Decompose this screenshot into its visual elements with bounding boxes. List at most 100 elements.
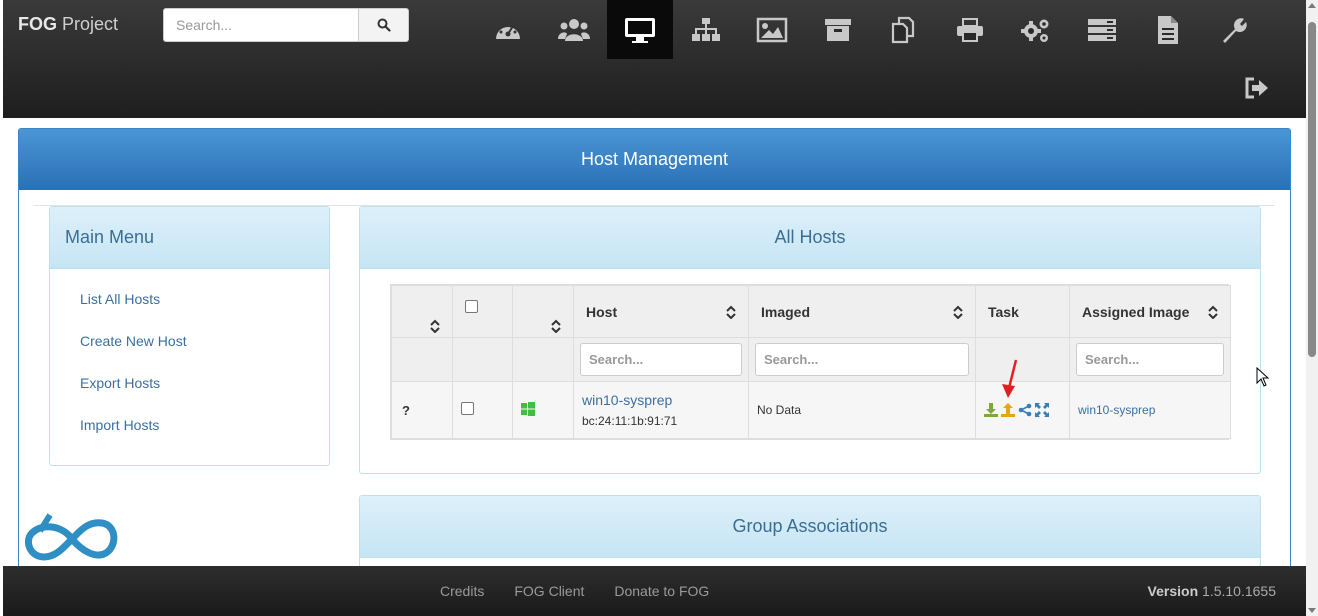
nav-config[interactable] [1201, 0, 1267, 59]
hosts-table-wrapper: Host Imaged Task Assigned Image Search..… [390, 284, 1231, 440]
nav-logs[interactable] [1135, 0, 1201, 59]
file-text-icon [1158, 15, 1178, 44]
menu-item-list-all-hosts[interactable]: List All Hosts [80, 291, 329, 333]
column-header-assigned-image[interactable]: Assigned Image [1069, 285, 1231, 338]
brand-rest: Project [57, 14, 119, 34]
sort-icon [551, 319, 561, 333]
select-all-checkbox[interactable] [465, 300, 478, 313]
menu-item-import-hosts[interactable]: Import Hosts [80, 417, 329, 459]
task-cell [975, 381, 1070, 439]
assigned-image-link[interactable]: win10-sysprep [1078, 403, 1155, 417]
logout-button[interactable] [1243, 76, 1271, 100]
version-value: 1.5.10.1655 [1202, 583, 1276, 599]
assigned-image-cell: win10-sysprep [1069, 381, 1231, 439]
top-navbar: FOG Project [3, 0, 1306, 118]
windows-icon [521, 401, 535, 416]
group-associations-title: Group Associations [360, 496, 1260, 558]
column-header-host[interactable]: Host [573, 285, 749, 338]
all-hosts-title: All Hosts [360, 207, 1260, 269]
column-header-imaged[interactable]: Imaged [748, 285, 976, 338]
scroll-up-arrow[interactable] [1308, 3, 1316, 8]
nav-images[interactable] [739, 0, 805, 59]
host-mac: bc:24:11:1b:91:71 [582, 414, 678, 428]
menu-item-export-hosts[interactable]: Export Hosts [80, 375, 329, 417]
image-icon [756, 17, 788, 42]
advanced-icon[interactable] [1035, 403, 1049, 417]
row-select-cell [452, 381, 513, 439]
footer: Credits FOG Client Donate to FOG Version… [3, 566, 1306, 616]
filter-cell-empty [512, 337, 574, 382]
host-management-panel: Host Management Main Menu List All Hosts… [18, 128, 1291, 579]
imaged-cell: No Data [748, 381, 976, 439]
dashboard-icon [496, 22, 520, 39]
filter-cell-imaged [748, 337, 976, 382]
imaged-search-input[interactable] [755, 343, 969, 376]
nav-storage[interactable] [805, 0, 871, 59]
nav-dashboard[interactable] [475, 0, 541, 59]
menu-item-create-new-host[interactable]: Create New Host [80, 333, 329, 375]
printer-icon [957, 17, 983, 42]
capture-icon[interactable] [1001, 403, 1015, 417]
footer-link-credits[interactable]: Credits [440, 583, 484, 599]
column-header-select [452, 285, 513, 338]
deploy-icon[interactable] [984, 403, 998, 417]
archive-icon [825, 18, 851, 41]
cogs-icon [1021, 19, 1049, 42]
global-search [163, 8, 409, 42]
mouse-cursor-icon [1256, 367, 1270, 387]
desktop-icon [625, 17, 655, 43]
share-icon[interactable] [1018, 403, 1032, 417]
brand-logo[interactable]: FOG Project [18, 14, 118, 35]
wrench-icon [1223, 17, 1247, 43]
main-menu-title: Main Menu [50, 207, 329, 269]
nav-users[interactable] [541, 0, 607, 59]
main-menu: Main Menu List All Hosts Create New Host… [49, 206, 330, 466]
column-header-task-label: Task [988, 303, 1019, 320]
host-name-link[interactable]: win10-sysprep [582, 392, 740, 408]
sitemap-icon [692, 17, 720, 41]
nav-printers[interactable] [937, 0, 1003, 59]
host-search-input[interactable] [580, 343, 742, 376]
column-header-os[interactable] [512, 285, 574, 338]
version-info: Version 1.5.10.1655 [1148, 583, 1276, 599]
users-icon [558, 18, 590, 41]
all-hosts-panel: All Hosts Host Imaged Task Assigned Imag… [359, 206, 1261, 474]
nav-snapins[interactable] [871, 0, 937, 59]
nav-service[interactable] [1003, 0, 1069, 59]
scroll-down-arrow[interactable] [1308, 608, 1316, 613]
column-header-task: Task [975, 285, 1070, 338]
hosts-table: Host Imaged Task Assigned Image Search..… [391, 285, 1231, 439]
row-checkbox[interactable] [461, 402, 474, 415]
sort-icon [953, 305, 963, 319]
search-button[interactable] [359, 8, 409, 42]
filter-cell-empty [452, 337, 513, 382]
annotation-arrow-icon [1002, 359, 1018, 398]
nav-reports[interactable] [1069, 0, 1135, 59]
column-header-status[interactable] [391, 285, 453, 338]
host-cell: win10-sysprep bc:24:11:1b:91:71 [573, 381, 749, 439]
scroll-thumb[interactable] [1308, 22, 1316, 357]
column-header-assigned-label: Assigned Image [1082, 303, 1190, 320]
filter-cell-empty [975, 337, 1070, 382]
footer-link-fog-client[interactable]: FOG Client [514, 583, 584, 599]
column-header-imaged-label: Imaged [761, 303, 811, 320]
assigned-image-search-input[interactable] [1076, 343, 1224, 376]
sign-out-icon [1245, 77, 1268, 99]
nav-hosts[interactable] [607, 0, 673, 59]
watermark-logo-icon [25, 513, 118, 561]
sort-icon [430, 319, 440, 333]
search-icon [377, 18, 391, 32]
global-search-input[interactable] [163, 8, 359, 42]
footer-link-donate[interactable]: Donate to FOG [614, 583, 709, 599]
sort-icon [1208, 305, 1218, 319]
nav-groups[interactable] [673, 0, 739, 59]
page-scrollbar[interactable] [1306, 0, 1318, 616]
copy-icon [891, 16, 915, 43]
main-nav [475, 0, 1267, 59]
filter-cell-host [573, 337, 749, 382]
page-title: Host Management [19, 129, 1290, 190]
host-status: ? [391, 381, 453, 439]
table-row: ? win10-sysprep bc:24:11:1b:91:71 No Dat… [391, 381, 1231, 439]
brand-bold: FOG [18, 14, 57, 34]
os-cell [512, 381, 574, 439]
